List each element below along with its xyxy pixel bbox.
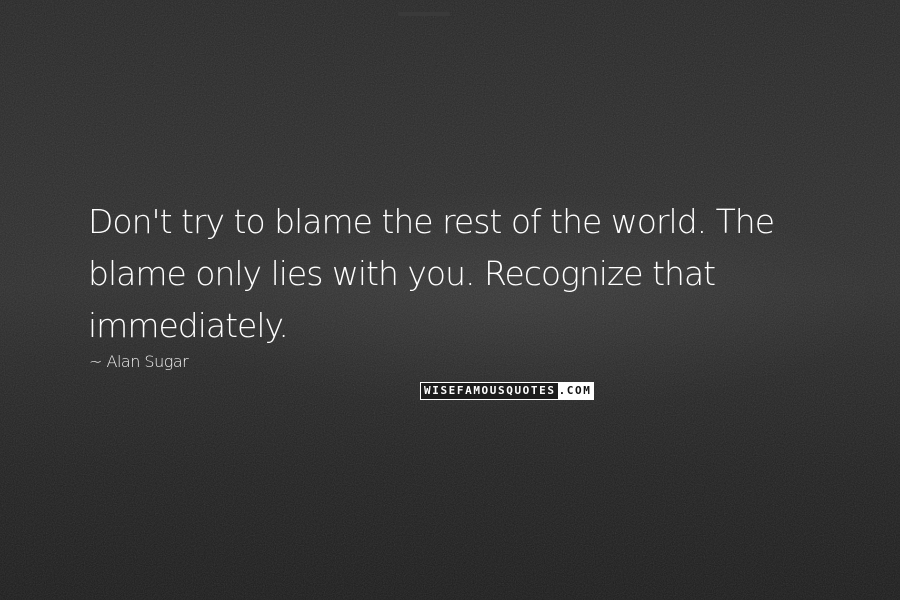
quote-line: blame only lies with you. Recognize that: [88, 254, 716, 293]
site-watermark: WISEFAMOUSQUOTES . COM: [420, 382, 595, 400]
quote-line: immediately.: [88, 306, 289, 345]
quote-line: Don't try to blame the rest of the world…: [88, 202, 775, 241]
watermark-dot: .: [557, 383, 567, 399]
quote-author: ~ Alan Sugar: [89, 352, 189, 371]
quote-card: Don't try to blame the rest of the world…: [0, 0, 900, 600]
distant-ship: [398, 12, 450, 16]
quote-text: Don't try to blame the rest of the world…: [88, 196, 848, 352]
watermark-name: WISEFAMOUSQUOTES: [421, 383, 558, 399]
watermark-tld: COM: [566, 383, 594, 399]
